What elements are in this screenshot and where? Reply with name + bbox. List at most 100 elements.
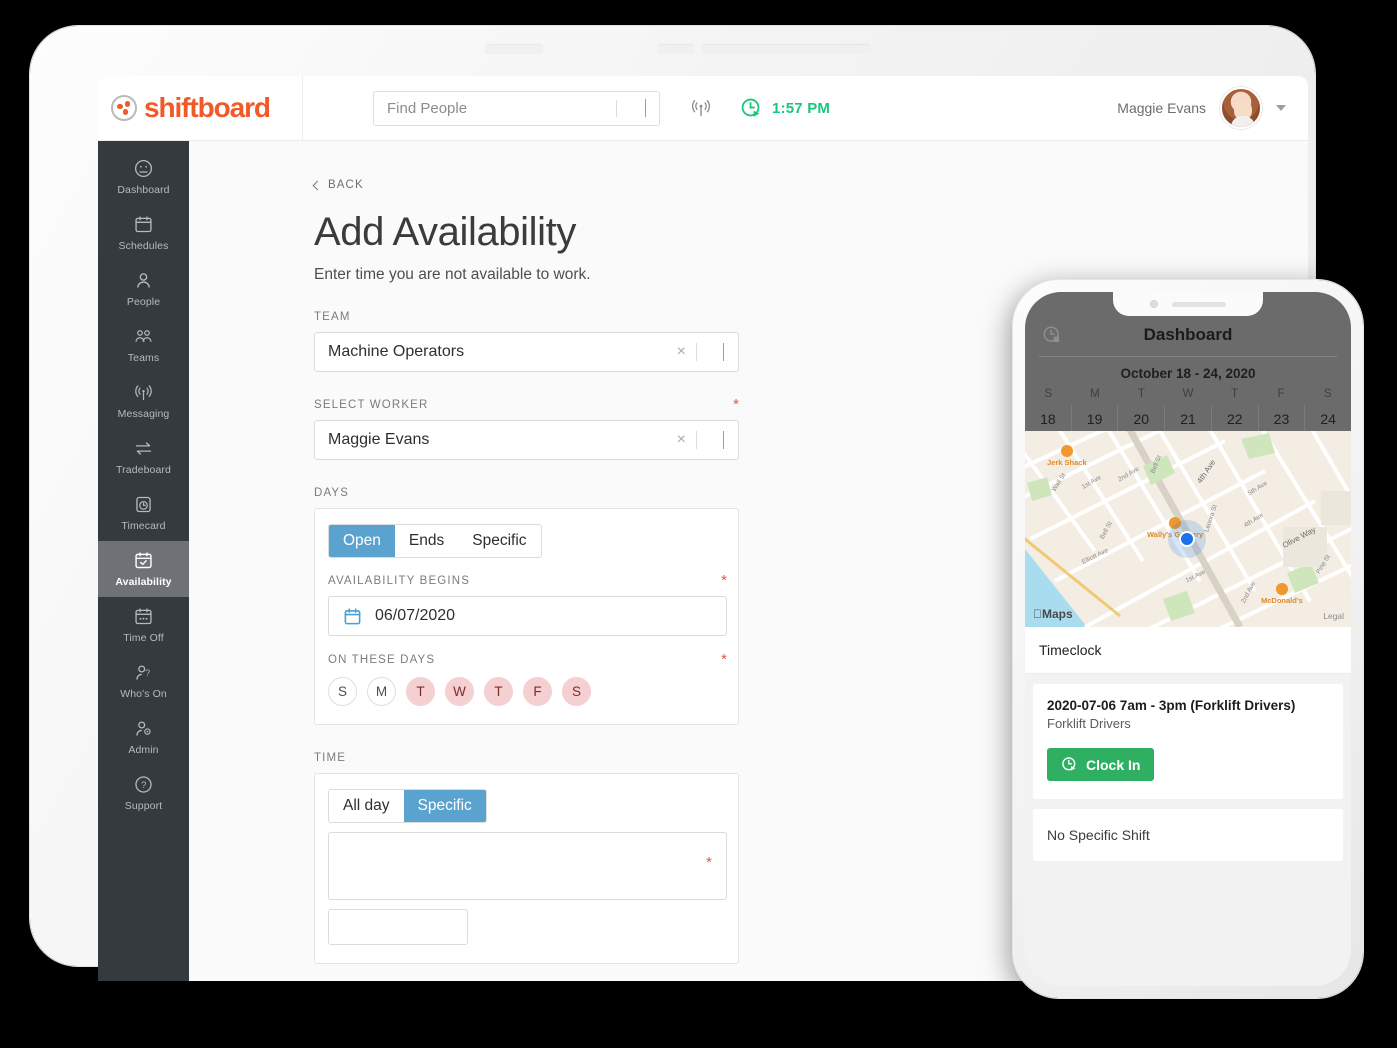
day-chip-sunday[interactable]: S xyxy=(328,677,357,706)
day-chip-friday[interactable]: F xyxy=(523,677,552,706)
no-specific-shift-card[interactable]: No Specific Shift xyxy=(1033,809,1343,861)
date-cell[interactable]: 24 xyxy=(1304,405,1351,431)
date-number: 21 xyxy=(1180,411,1196,427)
sidebar-label: Tradeboard xyxy=(116,464,171,476)
day-chip-thursday[interactable]: T xyxy=(484,677,513,706)
phone-titlebar: Dashboard xyxy=(1025,318,1351,352)
earpiece-speaker xyxy=(1172,301,1226,307)
calendar-dots-icon xyxy=(135,608,152,625)
sidebar-item-time-off[interactable]: Time Off xyxy=(98,597,189,653)
clear-icon[interactable]: × xyxy=(677,431,686,449)
apple-maps-attribution: Maps xyxy=(1033,607,1073,621)
date-number: 19 xyxy=(1086,411,1103,427)
sidebar-item-dashboard[interactable]: Dashboard xyxy=(98,149,189,205)
shift-card[interactable]: 2020-07-06 7am - 3pm (Forklift Drivers) … xyxy=(1033,684,1343,799)
sidebar-item-whos-on[interactable]: ? Who's On xyxy=(98,653,189,709)
team-select[interactable]: Machine Operators × xyxy=(314,332,739,372)
tab-open[interactable]: Open xyxy=(329,525,395,557)
time-range-input[interactable]: * xyxy=(328,832,727,900)
clock-in-button[interactable]: Clock In xyxy=(1047,748,1155,781)
worker-select[interactable]: Maggie Evans × xyxy=(314,420,739,460)
map-legal-link[interactable]: Legal xyxy=(1323,611,1344,621)
week-date-row: 18 19 20 21 22 23 24 xyxy=(1025,405,1351,431)
date-cell[interactable]: 20 xyxy=(1117,405,1164,431)
tab-specific[interactable]: Specific xyxy=(458,525,540,557)
find-people-search[interactable]: Find People xyxy=(373,90,660,126)
sidebar-label: Availability xyxy=(115,576,172,588)
day-chip-wednesday[interactable]: W xyxy=(445,677,474,706)
person-icon xyxy=(137,273,150,288)
clock-status[interactable]: 1:57 PM xyxy=(740,97,830,120)
person-query-icon: ? xyxy=(136,665,150,680)
restaurant-pin-icon xyxy=(1275,583,1288,595)
dow-label: T xyxy=(1231,388,1239,400)
brand-name: shiftboard xyxy=(144,92,271,123)
person-gear-icon xyxy=(136,721,151,736)
shift-team: Forklift Drivers xyxy=(1047,716,1131,731)
sidebar-label: Who's On xyxy=(120,688,167,700)
date-cell[interactable]: 21 xyxy=(1164,405,1211,431)
avatar[interactable] xyxy=(1220,87,1262,129)
clock-in-label: Clock In xyxy=(1086,756,1141,773)
sidebar-label: Schedules xyxy=(118,240,169,252)
day-chip-saturday[interactable]: S xyxy=(562,677,591,706)
date-number: 24 xyxy=(1320,411,1336,427)
tab-all-day[interactable]: All day xyxy=(329,790,404,822)
clock-play-icon xyxy=(741,98,760,117)
sidebar-item-schedules[interactable]: Schedules xyxy=(98,205,189,261)
phone-notch xyxy=(1113,292,1263,316)
sidebar-item-admin[interactable]: Admin xyxy=(98,709,189,765)
date-cell[interactable]: 19 xyxy=(1070,405,1118,431)
calendar-icon xyxy=(135,216,152,233)
field-divider xyxy=(696,431,697,449)
date-number: 23 xyxy=(1273,411,1290,427)
tab-ends[interactable]: Ends xyxy=(395,525,458,557)
chevron-down-icon[interactable] xyxy=(723,343,724,361)
people-icon xyxy=(135,330,152,342)
day-chip-tuesday[interactable]: T xyxy=(406,677,435,706)
availability-begins-label: AVAILABILITY BEGINS xyxy=(328,575,471,587)
date-cell[interactable]: 22 xyxy=(1210,405,1258,431)
sidebar-item-teams[interactable]: Teams xyxy=(98,317,189,373)
sidebar-item-messaging[interactable]: Messaging xyxy=(98,373,189,429)
availability-begins-input[interactable]: 06/07/2020 xyxy=(328,596,727,636)
tab-time-specific[interactable]: Specific xyxy=(403,790,486,822)
sidebar-label: Timecard xyxy=(121,520,166,532)
sidebar-item-people[interactable]: People xyxy=(98,261,189,317)
date-cell[interactable]: 23 xyxy=(1257,405,1305,431)
stopwatch-icon xyxy=(136,496,151,513)
date-cell[interactable]: 18 xyxy=(1025,405,1071,431)
sidebar-item-timecard[interactable]: Timecard xyxy=(98,485,189,541)
time-tab-group: All day Specific xyxy=(328,789,487,823)
exchange-icon xyxy=(135,442,152,455)
back-label: BACK xyxy=(328,179,364,191)
date-number: 20 xyxy=(1133,411,1150,427)
sidebar-item-tradeboard[interactable]: Tradeboard xyxy=(98,429,189,485)
current-time: 1:57 PM xyxy=(772,99,831,117)
broadcast-icon[interactable] xyxy=(690,97,712,119)
day-chip-monday[interactable]: M xyxy=(367,677,396,706)
dow-label: F xyxy=(1277,388,1285,400)
restaurant-pin-icon xyxy=(1060,445,1073,457)
sidebar-item-support[interactable]: ? Support xyxy=(98,765,189,821)
chevron-down-icon[interactable] xyxy=(645,99,646,117)
availability-begins-value: 06/07/2020 xyxy=(375,607,456,624)
chevron-down-icon[interactable] xyxy=(723,431,724,449)
tablet-button-3 xyxy=(702,45,870,54)
chevron-left-icon xyxy=(312,180,323,190)
user-menu[interactable]: Maggie Evans xyxy=(1117,87,1308,129)
search-placeholder: Find People xyxy=(387,99,468,117)
map-poi-wallys-grocery: Wally's Grocery xyxy=(1147,517,1203,539)
clear-icon[interactable]: × xyxy=(677,343,686,361)
time-panel: All day Specific * xyxy=(314,773,739,964)
chevron-down-icon[interactable] xyxy=(1276,105,1286,111)
time-secondary-input[interactable] xyxy=(328,909,468,945)
map-poi-jerk-shack: Jerk Shack xyxy=(1047,445,1087,467)
clock-icon[interactable] xyxy=(1042,325,1062,345)
back-button[interactable]: BACK xyxy=(312,179,1308,191)
sidebar-item-availability[interactable]: Availability xyxy=(98,541,189,597)
date-number: 18 xyxy=(1040,411,1056,427)
svg-text:?: ? xyxy=(141,780,146,791)
location-map[interactable]: Jerk Shack Wally's Grocery McDonald's Wa… xyxy=(1025,431,1351,627)
brand-logo[interactable]: shiftboard xyxy=(98,76,303,141)
